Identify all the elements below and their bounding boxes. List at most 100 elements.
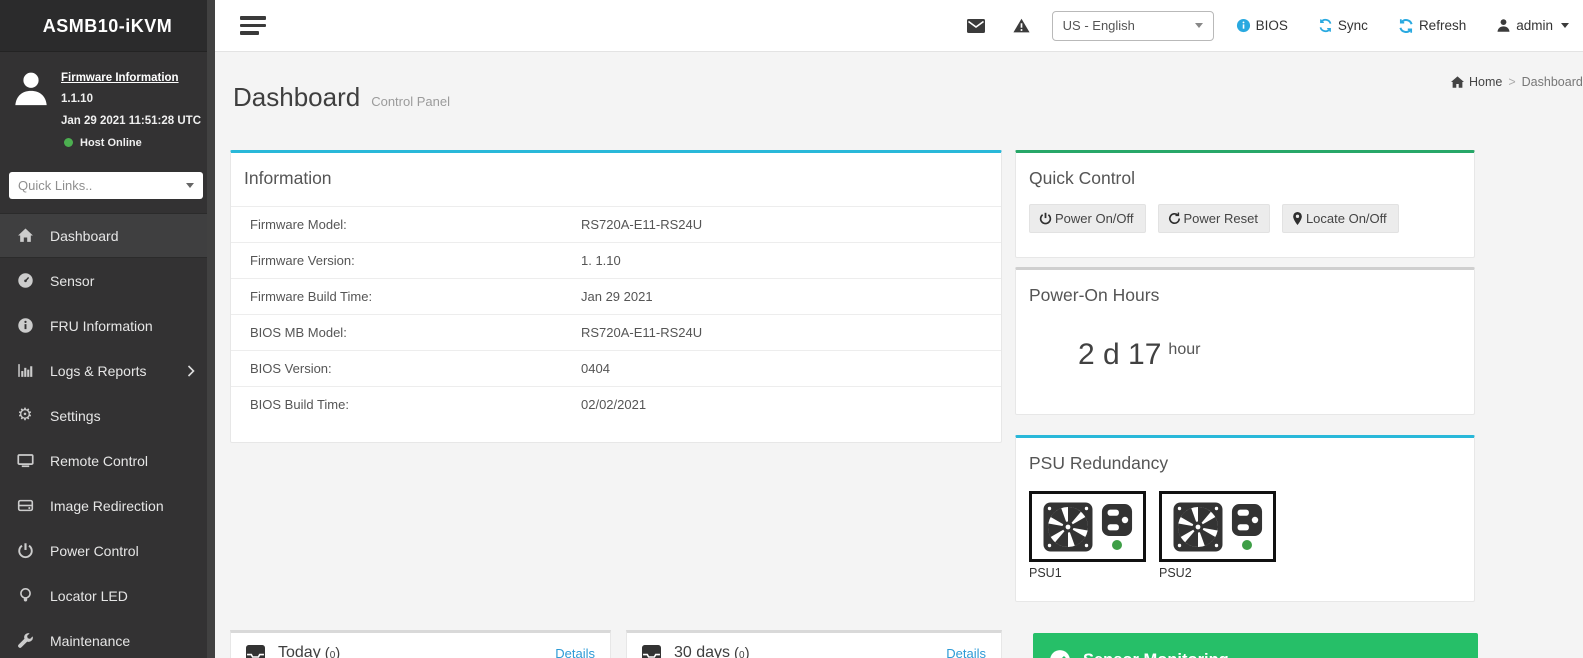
table-row: BIOS MB Model: RS720A-E11-RS24U bbox=[231, 314, 1001, 350]
firmware-version: 1.1.10 bbox=[61, 93, 93, 106]
sync-icon bbox=[1318, 18, 1333, 33]
info-row-value: RS720A-E11-RS24U bbox=[581, 325, 703, 340]
topbar: US - English BIOS Sync Refresh admin bbox=[215, 0, 1583, 52]
check-circle-icon bbox=[1049, 649, 1071, 658]
info-row-value: Jan 29 2021 bbox=[581, 289, 653, 304]
quick-control-title: Quick Control bbox=[1029, 168, 1136, 188]
fan-icon bbox=[1043, 502, 1093, 551]
sidebar-item-image-redirection[interactable]: Image Redirection bbox=[0, 483, 215, 528]
firmware-information-link[interactable]: Firmware Information bbox=[61, 68, 179, 89]
events-today-card: Today 0 Details bbox=[230, 630, 611, 658]
sidebar-item-label: Image Redirection bbox=[50, 497, 164, 514]
power-on-hours-title: Power-On Hours bbox=[1029, 285, 1160, 305]
info-row-value: RS720A-E11-RS24U bbox=[581, 217, 703, 232]
quick-links-placeholder: Quick Links.. bbox=[18, 178, 93, 194]
event-count: 0 bbox=[734, 645, 750, 658]
outlet-icon bbox=[1232, 504, 1263, 536]
inbox-icon bbox=[642, 644, 661, 658]
sidebar-item-logs-reports[interactable]: Logs & Reports bbox=[0, 348, 215, 393]
sidebar-item-fru-information[interactable]: FRU Information bbox=[0, 303, 215, 348]
caret-down-icon bbox=[186, 183, 194, 189]
power-reset-button[interactable]: Power Reset bbox=[1157, 204, 1270, 233]
app-root: ASMB10-iKVM Firmware Information 1.1.10 … bbox=[0, 0, 1583, 658]
sidebar-item-label: Power Control bbox=[50, 542, 139, 559]
psu-label: PSU1 bbox=[1029, 566, 1062, 580]
sync-label: Sync bbox=[1337, 18, 1368, 33]
username: admin bbox=[1516, 18, 1553, 33]
refresh-icon bbox=[1398, 18, 1414, 34]
table-row: BIOS Version: 0404 bbox=[231, 350, 1001, 386]
language-select[interactable]: US - English bbox=[1051, 10, 1214, 41]
host-status-label: Host Online bbox=[80, 136, 142, 149]
reset-icon bbox=[1168, 212, 1181, 225]
power-on-off-button[interactable]: Power On/Off bbox=[1029, 204, 1146, 233]
locate-on-off-button[interactable]: Locate On/Off bbox=[1281, 204, 1399, 233]
psu-status-dot bbox=[1112, 540, 1123, 550]
sidebar-item-settings[interactable]: ⚙ Settings bbox=[0, 393, 215, 438]
table-row: Firmware Build Time: Jan 29 2021 bbox=[231, 278, 1001, 314]
breadcrumb: Home > Dashboard bbox=[1451, 75, 1583, 89]
power-icon bbox=[1039, 212, 1052, 225]
wrench-icon bbox=[15, 632, 35, 649]
breadcrumb-separator: > bbox=[1508, 75, 1516, 89]
user-menu[interactable]: admin bbox=[1496, 18, 1569, 33]
information-title: Information bbox=[244, 168, 332, 188]
psu-unit: PSU2 bbox=[1159, 491, 1276, 580]
caret-down-icon bbox=[1194, 23, 1203, 28]
app-title: ASMB10-iKVM bbox=[0, 0, 215, 52]
sidebar-item-label: Remote Control bbox=[50, 452, 149, 469]
quick-links-select[interactable]: Quick Links.. bbox=[9, 172, 203, 200]
alert-icon[interactable] bbox=[1013, 18, 1030, 33]
details-link[interactable]: Details bbox=[946, 646, 986, 658]
details-link[interactable]: Details bbox=[555, 646, 595, 658]
home-icon bbox=[15, 227, 35, 244]
events-30days-card: 30 days 0 Details bbox=[626, 630, 1002, 658]
psu-icon[interactable] bbox=[1159, 491, 1276, 562]
event-card-label: Today bbox=[278, 644, 321, 658]
info-row-label: Firmware Version: bbox=[250, 253, 355, 268]
menu-toggle-button[interactable] bbox=[240, 16, 266, 35]
sync-button[interactable]: Sync bbox=[1318, 18, 1368, 33]
info-row-value: 0404 bbox=[581, 361, 610, 376]
refresh-label: Refresh bbox=[1418, 18, 1467, 33]
bar-chart-icon bbox=[15, 362, 35, 379]
person-icon bbox=[1496, 18, 1511, 33]
outlet-icon bbox=[1102, 504, 1133, 536]
sensor-monitoring-panel[interactable]: Sensor Monitoring bbox=[1033, 633, 1478, 658]
psu-icon[interactable] bbox=[1029, 491, 1146, 562]
sidebar-item-locator-led[interactable]: Locator LED bbox=[0, 573, 215, 618]
sidebar-item-label: Settings bbox=[50, 407, 101, 424]
table-row: BIOS Build Time: 02/02/2021 bbox=[231, 386, 1001, 422]
power-on-hours-panel: Power-On Hours 2 d 17 hour bbox=[1015, 267, 1475, 415]
page-title: Dashboard bbox=[233, 82, 361, 112]
sidebar-item-label: Logs & Reports bbox=[50, 362, 147, 379]
bios-button[interactable]: BIOS bbox=[1236, 18, 1288, 33]
user-info-block: Firmware Information 1.1.10 Jan 29 2021 … bbox=[0, 52, 215, 163]
sidebar-item-power-control[interactable]: Power Control bbox=[0, 528, 215, 573]
chevron-right-icon bbox=[187, 365, 195, 377]
gear-icon: ⚙ bbox=[17, 405, 33, 426]
sidebar: ASMB10-iKVM Firmware Information 1.1.10 … bbox=[0, 0, 215, 658]
gauge-icon bbox=[15, 272, 35, 289]
sidebar-item-remote-control[interactable]: Remote Control bbox=[0, 438, 215, 483]
sidebar-item-label: Dashboard bbox=[50, 227, 119, 244]
sidebar-item-maintenance[interactable]: Maintenance bbox=[0, 618, 215, 658]
refresh-button[interactable]: Refresh bbox=[1398, 18, 1466, 34]
firmware-build-date: Jan 29 2021 11:51:28 UTC bbox=[61, 114, 202, 127]
mail-icon[interactable] bbox=[966, 18, 985, 33]
sidebar-scrollbar[interactable] bbox=[207, 0, 215, 658]
psu-status-dot bbox=[1242, 540, 1253, 550]
sidebar-item-sensor[interactable]: Sensor bbox=[0, 258, 215, 303]
info-row-label: BIOS MB Model: bbox=[250, 325, 347, 340]
page-subtitle: Control Panel bbox=[371, 94, 450, 109]
power-on-hours-unit: hour bbox=[1168, 341, 1201, 358]
info-row-label: BIOS Build Time: bbox=[250, 397, 349, 412]
info-row-label: Firmware Model: bbox=[250, 217, 347, 232]
bios-info-icon bbox=[1236, 18, 1251, 33]
sidebar-item-dashboard[interactable]: Dashboard bbox=[0, 213, 215, 259]
quick-control-panel: Quick Control Power On/Off Power Reset L… bbox=[1015, 150, 1475, 258]
drive-icon bbox=[15, 497, 35, 514]
table-row: Firmware Version: 1. 1.10 bbox=[231, 242, 1001, 278]
breadcrumb-home[interactable]: Home bbox=[1451, 75, 1502, 89]
info-row-label: Firmware Build Time: bbox=[250, 289, 373, 304]
